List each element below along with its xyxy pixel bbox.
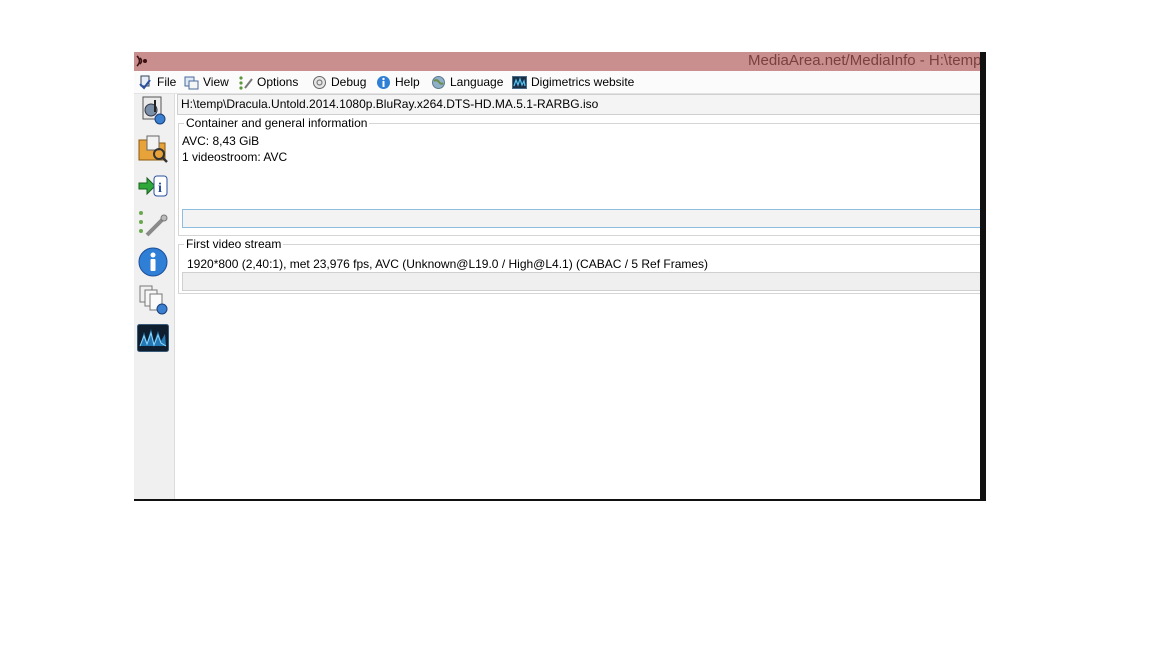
preferences-button[interactable] [136, 208, 170, 242]
menu-debug-label: Debug [331, 75, 367, 89]
video-stream-title: First video stream [184, 237, 284, 251]
main-content: H:\temp\Dracula.Untold.2014.1080p.BluRay… [175, 94, 986, 499]
web-button[interactable] [136, 284, 170, 318]
sidebar-toolbar: i [134, 94, 175, 499]
view-menu-icon [184, 75, 199, 90]
menu-options-label: Options [257, 75, 299, 89]
menu-bar: File View Options Debug Help Language Di… [134, 71, 986, 94]
menu-view-label: View [203, 75, 229, 89]
file-menu-icon [138, 75, 153, 90]
debug-menu-icon [312, 75, 327, 90]
menu-file-label: File [157, 75, 177, 89]
svg-text:i: i [158, 181, 162, 196]
help-menu-icon [376, 75, 391, 90]
general-info-streams: 1 videostroom: AVC [182, 150, 288, 164]
export-info-icon: i [137, 170, 169, 205]
digimetrics-button[interactable] [136, 322, 170, 356]
menu-file[interactable]: File [138, 71, 176, 93]
menu-help[interactable]: Help [376, 71, 420, 93]
open-file-icon [137, 94, 169, 129]
digimetrics-icon [512, 75, 527, 90]
menu-view[interactable]: View [184, 71, 229, 93]
menu-language[interactable]: Language [431, 71, 503, 93]
video-stream-details: 1920*800 (2,40:1), met 23,976 fps, AVC (… [187, 257, 709, 271]
menu-debug[interactable]: Debug [312, 71, 366, 93]
video-stream-field[interactable] [182, 272, 986, 291]
title-bar[interactable]: MediaArea.net/MediaInfo - H:\temp [134, 52, 986, 71]
menu-language-label: Language [450, 75, 504, 89]
digimetrics-waveform-icon [137, 323, 169, 355]
window-edge [980, 52, 986, 501]
options-menu-icon [238, 75, 253, 90]
open-folder-button[interactable] [136, 132, 170, 166]
open-folder-icon [137, 132, 169, 167]
preferences-tools-icon [137, 208, 169, 243]
open-file-button[interactable] [136, 94, 170, 128]
general-info-size: AVC: 8,43 GiB [182, 134, 260, 148]
web-documents-icon [137, 284, 169, 319]
about-button[interactable] [136, 246, 170, 280]
general-info-field[interactable] [182, 209, 986, 228]
about-info-icon [137, 246, 169, 281]
menu-help-label: Help [395, 75, 420, 89]
export-button[interactable]: i [136, 170, 170, 204]
menu-digimetrics[interactable]: Digimetrics website [512, 71, 634, 93]
general-info-title: Container and general information [184, 116, 370, 130]
mediainfo-window: MediaArea.net/MediaInfo - H:\temp File V… [134, 52, 986, 501]
app-icon[interactable] [136, 55, 150, 67]
menu-digimetrics-label: Digimetrics website [531, 75, 635, 89]
menu-options[interactable]: Options [238, 71, 298, 93]
language-globe-icon [431, 75, 446, 90]
video-stream-group: First video stream 1920*800 (2,40:1), me… [178, 237, 986, 294]
window-title: MediaArea.net/MediaInfo - H:\temp [748, 52, 982, 69]
general-info-group: Container and general information AVC: 8… [178, 116, 986, 236]
file-selector[interactable]: H:\temp\Dracula.Untold.2014.1080p.BluRay… [177, 94, 986, 115]
